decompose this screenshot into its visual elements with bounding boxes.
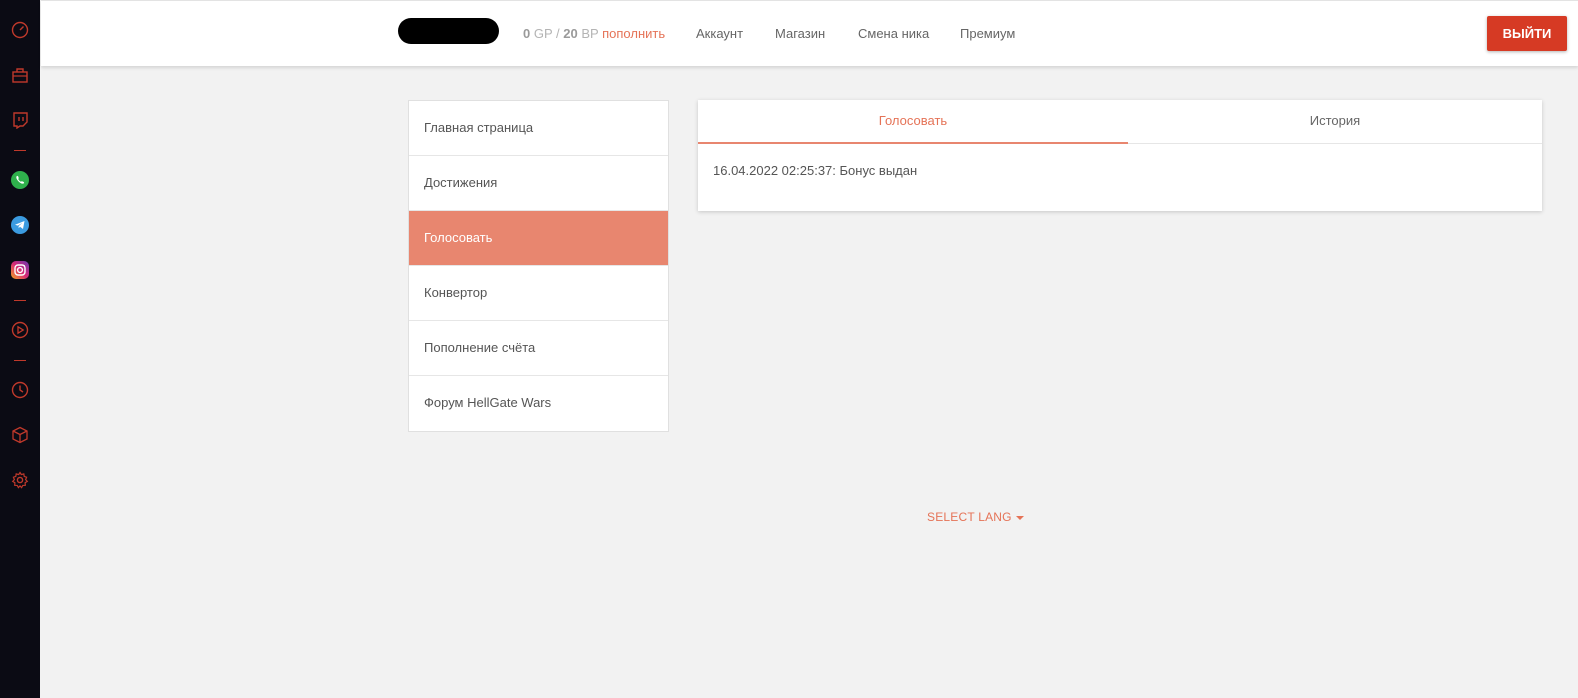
panel-tabs: Голосовать История xyxy=(698,100,1542,144)
vote-panel: Голосовать История 16.04.2022 02:25:37: … xyxy=(698,100,1542,211)
balance-display: 0 GP / 20 BP пополнить xyxy=(523,26,665,41)
sidebar-item-achievements[interactable]: Достижения xyxy=(409,156,668,211)
tab-vote[interactable]: Голосовать xyxy=(698,100,1128,144)
instagram-icon[interactable] xyxy=(10,260,30,280)
logo-redacted xyxy=(398,18,499,44)
rail-divider xyxy=(14,360,26,361)
topup-link[interactable]: пополнить xyxy=(602,26,665,41)
language-selector-label: SELECT LANG xyxy=(927,510,1012,524)
twitch-icon[interactable] xyxy=(10,110,30,130)
telegram-icon[interactable] xyxy=(10,215,30,235)
gp-unit: GP xyxy=(533,26,553,41)
sidebar-item-converter[interactable]: Конвертор xyxy=(409,266,668,321)
tab-history[interactable]: История xyxy=(1128,100,1542,143)
sidebar-item-vote[interactable]: Голосовать xyxy=(409,211,668,266)
nav-change-nick[interactable]: Смена ника xyxy=(858,26,929,41)
gear-icon[interactable] xyxy=(10,470,30,490)
sidebar-item-topup[interactable]: Пополнение счёта xyxy=(409,321,668,376)
gp-value: 0 xyxy=(523,26,531,41)
clock-icon[interactable] xyxy=(10,380,30,400)
sidebar-item-forum[interactable]: Форум HellGate Wars xyxy=(409,376,668,431)
nav-account[interactable]: Аккаунт xyxy=(696,26,743,41)
left-icon-rail xyxy=(0,0,40,698)
rail-divider xyxy=(14,300,26,301)
logout-button[interactable]: ВЫЙТИ xyxy=(1487,16,1567,51)
nav-premium[interactable]: Премиум xyxy=(960,26,1015,41)
nav-shop[interactable]: Магазин xyxy=(775,26,825,41)
dashboard-icon[interactable] xyxy=(10,20,30,40)
bp-unit: BP xyxy=(581,26,599,41)
top-header: 0 GP / 20 BP пополнить Аккаунт Магазин С… xyxy=(41,0,1578,66)
sidebar-menu: Главная страница Достижения Голосовать К… xyxy=(408,100,669,432)
briefcase-icon[interactable] xyxy=(10,65,30,85)
cube-icon[interactable] xyxy=(10,425,30,445)
bp-value: 20 xyxy=(563,26,578,41)
rail-divider xyxy=(14,150,26,151)
balance-separator: / xyxy=(556,26,560,41)
vote-log-entry: 16.04.2022 02:25:37: Бонус выдан xyxy=(713,163,918,178)
sidebar-item-home[interactable]: Главная страница xyxy=(409,101,668,156)
language-selector[interactable]: SELECT LANG xyxy=(927,510,1024,524)
play-icon[interactable] xyxy=(10,320,30,340)
caret-down-icon xyxy=(1015,515,1024,520)
whatsapp-icon[interactable] xyxy=(10,170,30,190)
